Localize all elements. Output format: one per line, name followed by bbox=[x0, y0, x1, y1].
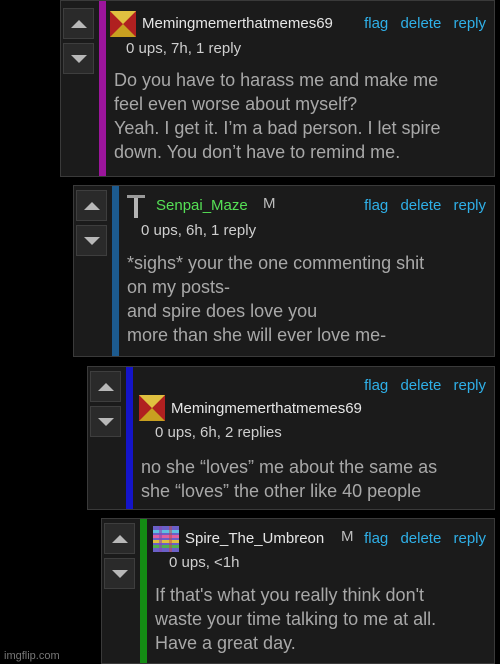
comment-meta: 0 ups, 6h, 1 reply bbox=[141, 222, 257, 239]
upvote-button[interactable] bbox=[63, 8, 94, 39]
flag-link[interactable]: flag bbox=[364, 530, 388, 547]
comment-actions: flag delete reply bbox=[356, 15, 486, 32]
reply-link[interactable]: reply bbox=[453, 197, 486, 214]
vote-controls bbox=[61, 8, 99, 74]
checker-orange-avatar-icon[interactable] bbox=[139, 395, 165, 421]
text-line: *sighs* your the one commenting shit bbox=[127, 253, 425, 273]
text-line: more than she will ever love me- bbox=[127, 325, 387, 345]
upvote-button[interactable] bbox=[76, 190, 107, 221]
upvote-button[interactable] bbox=[90, 371, 121, 402]
text-line: no she “loves” me about the same as bbox=[141, 457, 438, 477]
comment-actions: flag delete reply bbox=[356, 377, 486, 394]
thread-bar bbox=[99, 1, 106, 176]
down-arrow-icon bbox=[111, 569, 128, 578]
downvote-button[interactable] bbox=[90, 406, 121, 437]
comment-meta: 0 ups, 6h, 2 replies bbox=[155, 424, 282, 441]
reply-link[interactable]: reply bbox=[453, 377, 486, 394]
reply-link[interactable]: reply bbox=[453, 530, 486, 547]
comment-text: no she “loves” me about the same as she … bbox=[141, 455, 437, 503]
comment-3: Memingmemerthatmemes69 flag delete reply… bbox=[87, 366, 495, 510]
downvote-button[interactable] bbox=[63, 43, 94, 74]
moderator-badge: M bbox=[341, 528, 354, 545]
watermark: imgflip.com bbox=[4, 650, 60, 662]
up-arrow-icon bbox=[97, 382, 114, 391]
vote-controls bbox=[74, 190, 112, 256]
comment-text: If that's what you really think don't wa… bbox=[155, 583, 436, 655]
flag-link[interactable]: flag bbox=[364, 377, 388, 394]
text-line: Do you have to harass me and make me bbox=[114, 70, 439, 90]
thread-bar bbox=[126, 367, 133, 509]
flag-link[interactable]: flag bbox=[364, 197, 388, 214]
comment-2: Senpai_Maze M flag delete reply 0 ups, 6… bbox=[73, 185, 495, 357]
down-arrow-icon bbox=[83, 236, 100, 245]
text-line: she “loves” the other like 40 people bbox=[141, 481, 422, 501]
moderator-badge: M bbox=[263, 195, 276, 212]
down-arrow-icon bbox=[97, 417, 114, 426]
comment-meta: 0 ups, 7h, 1 reply bbox=[126, 40, 242, 57]
reply-link[interactable]: reply bbox=[453, 15, 486, 32]
text-line: on my posts- bbox=[127, 277, 231, 297]
username[interactable]: Memingmemerthatmemes69 bbox=[171, 400, 362, 417]
text-line: Have a great day. bbox=[155, 633, 296, 653]
username[interactable]: Senpai_Maze bbox=[156, 197, 248, 214]
up-arrow-icon bbox=[70, 19, 87, 28]
delete-link[interactable]: delete bbox=[400, 197, 441, 214]
comment-meta: 0 ups, <1h bbox=[169, 554, 240, 571]
text-line: feel even worse about myself? bbox=[114, 94, 358, 114]
downvote-button[interactable] bbox=[104, 558, 135, 589]
comment-actions: flag delete reply bbox=[356, 197, 486, 214]
pixel-rainbow-avatar-icon[interactable] bbox=[153, 526, 179, 552]
text-line: and spire does love you bbox=[127, 301, 318, 321]
delete-link[interactable]: delete bbox=[400, 15, 441, 32]
down-arrow-icon bbox=[70, 54, 87, 63]
vote-controls bbox=[102, 523, 140, 589]
downvote-button[interactable] bbox=[76, 225, 107, 256]
comment-4: Spire_The_Umbreon M flag delete reply 0 … bbox=[101, 518, 495, 664]
thread-bar bbox=[112, 186, 119, 356]
username[interactable]: Spire_The_Umbreon bbox=[185, 530, 324, 547]
checker-orange-avatar-icon[interactable] bbox=[110, 11, 136, 37]
up-arrow-icon bbox=[83, 201, 100, 210]
text-line: Yeah. I get it. I’m a bad person. I let … bbox=[114, 118, 441, 138]
text-line: waste your time talking to me at all. bbox=[155, 609, 437, 629]
username[interactable]: Memingmemerthatmemes69 bbox=[142, 15, 333, 32]
comment-text: *sighs* your the one commenting shit on … bbox=[127, 251, 424, 347]
comment-actions: flag delete reply bbox=[356, 530, 486, 547]
vote-controls bbox=[88, 371, 126, 437]
up-arrow-icon bbox=[111, 534, 128, 543]
comment-1: Memingmemerthatmemes69 flag delete reply… bbox=[60, 0, 495, 177]
flag-link[interactable]: flag bbox=[364, 15, 388, 32]
thread-bar bbox=[140, 519, 147, 663]
dagger-avatar-icon[interactable] bbox=[125, 192, 147, 220]
upvote-button[interactable] bbox=[104, 523, 135, 554]
text-line: If that's what you really think don't bbox=[155, 585, 425, 605]
text-line: down. You don’t have to remind me. bbox=[114, 142, 401, 162]
comment-text: Do you have to harass me and make me fee… bbox=[114, 68, 441, 164]
delete-link[interactable]: delete bbox=[400, 530, 441, 547]
delete-link[interactable]: delete bbox=[400, 377, 441, 394]
